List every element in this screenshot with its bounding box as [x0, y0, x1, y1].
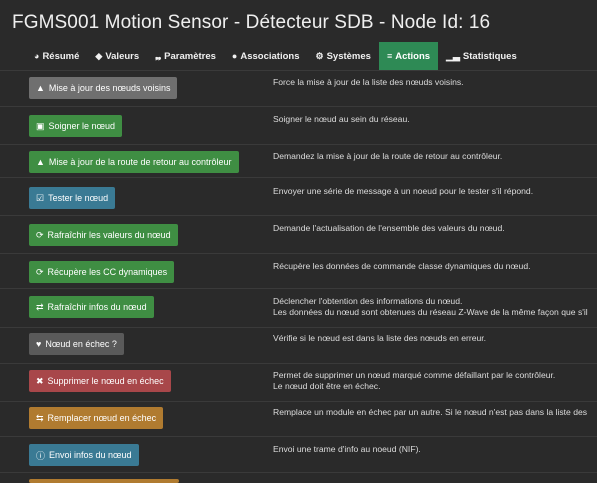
tab-actions[interactable]: ≡ Actions: [378, 42, 439, 70]
button-label: Envoi infos du nœud: [49, 450, 132, 460]
replace-failed-node-button[interactable]: ⇆ Remplacer nœud en échec: [29, 407, 164, 429]
tab-parametres[interactable]: ❠ Paramètres: [147, 42, 224, 70]
action-row: ✖ Supprimer le nœud en échec Permet de su…: [0, 363, 597, 402]
button-label: Nœud en échec ?: [45, 339, 117, 349]
test-node-button[interactable]: ☑ Tester le nœud: [29, 187, 116, 209]
action-row: ⟳ Récupère les CC dynamiques Récupère les…: [0, 253, 597, 289]
action-row: ⓘ Envoi infos du nœud Envoi une trame d'i…: [0, 436, 597, 473]
refresh-node-values-button[interactable]: ⟳ Rafraîchir les valeurs du nœud: [29, 224, 178, 246]
retweet-icon: ⇄: [36, 301, 44, 312]
action-description: Vérifie si le nœud est dans la liste des…: [273, 333, 487, 343]
heal-node-button[interactable]: ▣ Soigner le nœud: [29, 115, 123, 137]
action-description: Remplace un module en échec par un autre…: [273, 407, 588, 417]
remove-failed-node-button[interactable]: ✖ Supprimer le nœud en échec: [29, 370, 171, 392]
action-row: ♥ Nœud en échec ? Vérifie si le nœud est …: [0, 327, 597, 364]
users-icon: ●: [231, 51, 238, 61]
action-description: Demandez la mise à jour de la route de r…: [273, 151, 503, 161]
action-description: Permet de supprimer un nœud marqué comme…: [273, 370, 556, 380]
sitemap-icon: ▲: [36, 83, 45, 93]
action-row: ▣ Soigner le nœud Soigner le nœud au sein…: [0, 106, 597, 145]
cogs-icon: ⚙: [315, 50, 324, 61]
action-row: ▲ Mise à jour de la route de retour au co…: [0, 144, 597, 178]
tab-label: Actions: [395, 50, 431, 62]
action-row: ☑ Tester le nœud Envoyer une série de mes…: [0, 177, 597, 216]
button-label: Remplacer nœud en échec: [47, 413, 157, 423]
dashboard-icon: ◕: [34, 51, 40, 61]
page-title: FGMS001 Motion Sensor - Détecteur SDB - …: [12, 12, 491, 33]
action-row: ⟳ Rafraîchir les valeurs du nœud Demande …: [0, 215, 597, 254]
update-return-route-button[interactable]: ▲ Mise à jour de la route de retour au co…: [29, 151, 239, 173]
heartbeat-icon: ♥: [36, 339, 42, 349]
action-row: ⇄ Rafraîchir infos du nœud Déclencher l'o…: [0, 288, 597, 328]
sliders-icon: ≡: [386, 51, 393, 61]
tab-label: Associations: [240, 50, 300, 62]
exchange-icon: ⇆: [36, 412, 44, 423]
action-description-line2: Le nœud doit être en échec.: [273, 381, 381, 391]
check-square-icon: ☑: [36, 192, 45, 203]
tab-bar: ◕ Résumé ◆ Valeurs ❠ Paramètres ● Associatio…: [26, 42, 525, 70]
action-description: Demande l'actualisation de l'ensemble de…: [273, 223, 505, 233]
action-description: Envoi une trame d'info au noeud (NIF).: [273, 444, 421, 454]
tab-statistiques[interactable]: ▁▃ Statistiques: [438, 42, 525, 70]
button-label: Supprimer le nœud en échec: [47, 376, 164, 386]
button-label: Soigner le nœud: [48, 121, 116, 131]
button-label: Rafraîchir infos du nœud: [47, 302, 147, 312]
action-row: ▲ Mise à jour des nœuds voisins Force la …: [0, 71, 597, 106]
fetch-dynamic-cc-button[interactable]: ⟳ Récupère les CC dynamiques: [29, 261, 175, 283]
refresh-icon: ⟳: [36, 266, 44, 277]
tab-label: Résumé: [42, 50, 80, 62]
action-description: Déclencher l'obtention des informations …: [273, 296, 463, 306]
action-description: Envoyer une série de message à un noeud …: [273, 186, 534, 196]
tab-label: Statistiques: [462, 50, 517, 62]
medkit-icon: ▣: [36, 120, 45, 131]
tab-valeurs[interactable]: ◆ Valeurs: [87, 42, 147, 70]
send-node-info-button[interactable]: ⓘ Envoi infos du nœud: [29, 444, 139, 466]
button-label: Mise à jour des nœuds voisins: [48, 83, 171, 93]
update-neighbors-button[interactable]: ▲ Mise à jour des nœuds voisins: [29, 77, 178, 99]
times-icon: ✖: [36, 375, 44, 386]
action-description: Récupère les données de commande classe …: [273, 261, 531, 271]
button-label: Tester le nœud: [48, 193, 109, 203]
info-circle-icon: ⓘ: [36, 450, 46, 461]
action-row: ⇆ Remplacer nœud en échec Remplace un mod…: [0, 401, 597, 437]
action-description: Soigner le nœud au sein du réseau.: [273, 114, 410, 124]
button-label: Mise à jour de la route de retour au con…: [48, 157, 232, 167]
node-failed-check-button[interactable]: ♥ Nœud en échec ?: [29, 333, 124, 355]
refresh-icon: ⟳: [36, 229, 44, 240]
tab-associations[interactable]: ● Associations: [224, 42, 308, 70]
tab-resume[interactable]: ◕ Résumé: [26, 42, 87, 70]
road-icon: ▲: [36, 157, 45, 167]
button-label: Récupère les CC dynamiques: [47, 267, 168, 277]
tab-label: Systèmes: [326, 50, 371, 62]
button-label: Rafraîchir les valeurs du nœud: [47, 230, 171, 240]
action-description: Force la mise à jour de la liste des nœu…: [273, 77, 464, 87]
bar-chart-icon: ▁▃: [446, 50, 460, 61]
refresh-node-info-button[interactable]: ⇄ Rafraîchir infos du nœud: [29, 296, 154, 318]
tag-icon: ◆: [95, 50, 103, 61]
tab-systemes[interactable]: ⚙ Systèmes: [308, 42, 379, 70]
action-description-line2: Les données du nœud sont obtenues du rés…: [273, 307, 588, 317]
tab-label: Paramètres: [164, 50, 216, 62]
wrench-icon: ❠: [155, 50, 162, 61]
tab-label: Valeurs: [105, 50, 140, 62]
